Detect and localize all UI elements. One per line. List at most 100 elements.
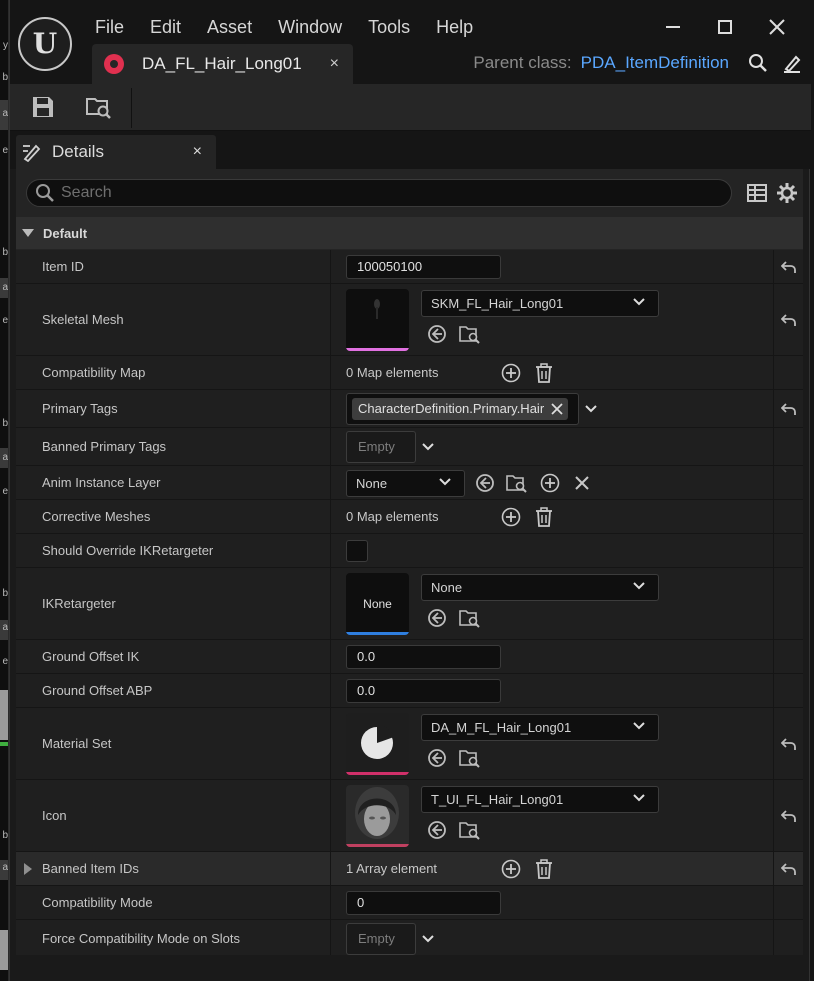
use-selected-button[interactable] — [474, 472, 496, 494]
new-asset-button[interactable] — [539, 472, 561, 494]
save-button[interactable] — [26, 92, 60, 122]
minimize-button[interactable] — [647, 10, 699, 44]
browse-asset-button[interactable] — [506, 472, 528, 494]
menu-help[interactable]: Help — [423, 14, 486, 40]
browse-parent-button[interactable] — [743, 48, 773, 78]
close-window-button[interactable] — [751, 10, 803, 44]
unreal-logo-icon[interactable]: U — [18, 17, 72, 71]
property-row-icon: Icon T_UI_FL_Hair_Long01 — [16, 780, 803, 852]
icon-combo[interactable]: T_UI_FL_Hair_Long01 — [421, 786, 659, 813]
browse-asset-button[interactable] — [459, 607, 481, 629]
plus-circle-icon — [501, 859, 521, 879]
browse-asset-button[interactable] — [459, 819, 481, 841]
reset-to-default-button[interactable] — [773, 250, 803, 283]
property-row-should-override-ikretargeter: Should Override IKRetargeter — [16, 534, 803, 568]
ground-offset-ik-input[interactable]: 0.0 — [346, 645, 501, 669]
thumbnail-type-bar — [346, 348, 409, 351]
force-compatibility-combo[interactable]: Empty — [346, 923, 416, 955]
menu-edit[interactable]: Edit — [137, 14, 194, 40]
reset-arrow-icon — [780, 260, 796, 273]
add-element-button[interactable] — [500, 506, 522, 528]
use-selected-button[interactable] — [426, 747, 448, 769]
reset-to-default-button[interactable] — [773, 780, 803, 851]
anim-layer-combo[interactable]: None — [346, 470, 465, 497]
window-controls — [647, 10, 803, 44]
reset-to-default-button[interactable] — [773, 852, 803, 885]
settings-button[interactable] — [775, 181, 799, 205]
property-row-material-set: Material Set DA_M_FL_Hair_Long01 — [16, 708, 803, 780]
property-label: IKRetargeter — [42, 596, 116, 611]
menu-tools[interactable]: Tools — [355, 14, 423, 40]
chevron-down-icon[interactable] — [421, 440, 435, 454]
primary-tags-container: CharacterDefinition.Primary.Hair — [346, 393, 579, 425]
strip-glyph: b — [2, 247, 8, 258]
reset-to-default-button[interactable] — [773, 284, 803, 355]
use-selected-button[interactable] — [426, 323, 448, 345]
search-icon — [749, 54, 767, 72]
property-row-banned-primary-tags: Banned Primary Tags Empty — [16, 428, 803, 466]
ikretargeter-combo[interactable]: None — [421, 574, 659, 601]
close-icon — [575, 476, 589, 490]
icon-texture-thumbnail[interactable] — [346, 785, 409, 847]
category-default[interactable]: Default — [16, 217, 803, 249]
property-row-ikretargeter: IKRetargeter None None — [16, 568, 803, 640]
edit-parent-button[interactable] — [777, 48, 807, 78]
use-selected-button[interactable] — [426, 819, 448, 841]
skeletal-mesh-combo[interactable]: SKM_FL_Hair_Long01 — [421, 290, 659, 317]
menu-asset[interactable]: Asset — [194, 14, 265, 40]
banned-primary-tags-combo[interactable]: Empty — [346, 431, 416, 463]
chevron-down-icon[interactable] — [584, 402, 598, 416]
asset-tab-label: DA_FL_Hair_Long01 — [142, 54, 302, 73]
remove-tag-icon[interactable] — [550, 402, 564, 416]
menu-file[interactable]: File — [82, 14, 137, 40]
title-bar: U File Edit Asset Window Tools Help DA_F… — [10, 0, 811, 84]
use-selected-button[interactable] — [426, 607, 448, 629]
item-id-input[interactable]: 100050100 — [346, 255, 501, 279]
property-matrix-button[interactable] — [745, 181, 769, 205]
folder-search-icon — [86, 98, 111, 119]
clear-elements-button[interactable] — [533, 858, 555, 880]
clear-elements-button[interactable] — [533, 362, 555, 384]
details-tab-close-button[interactable]: × — [193, 143, 202, 161]
property-row-compatibility-mode: Compatibility Mode 0 — [16, 886, 803, 920]
menu-window[interactable]: Window — [265, 14, 355, 40]
property-row-ground-offset-abp: Ground Offset ABP 0.0 — [16, 674, 803, 708]
ground-offset-abp-input[interactable]: 0.0 — [346, 679, 501, 703]
reset-to-default-button[interactable] — [773, 708, 803, 779]
reset-arrow-icon — [780, 809, 796, 822]
strip-glyph: e — [2, 656, 8, 667]
clear-elements-button[interactable] — [533, 506, 555, 528]
material-set-combo[interactable]: DA_M_FL_Hair_Long01 — [421, 714, 659, 741]
browse-button[interactable] — [82, 92, 116, 122]
override-ikretargeter-checkbox[interactable] — [346, 540, 368, 562]
chevron-down-icon[interactable] — [421, 932, 435, 946]
clear-button[interactable] — [571, 472, 593, 494]
maximize-button[interactable] — [699, 10, 751, 44]
add-element-button[interactable] — [500, 858, 522, 880]
ikretargeter-thumbnail[interactable]: None — [346, 573, 409, 635]
search-box[interactable] — [26, 179, 732, 207]
menu-bar: File Edit Asset Window Tools Help — [82, 14, 486, 40]
browse-asset-button[interactable] — [459, 323, 481, 345]
reset-to-default-button[interactable] — [773, 390, 803, 427]
skeletal-mesh-thumbnail[interactable] — [346, 289, 409, 351]
strip-thumb — [0, 930, 8, 970]
parent-class-link[interactable]: PDA_ItemDefinition — [581, 53, 729, 73]
asset-tab[interactable]: DA_FL_Hair_Long01 × — [92, 44, 353, 84]
map-element-count: 0 Map elements — [346, 509, 439, 524]
property-row-primary-tags: Primary Tags CharacterDefinition.Primary… — [16, 390, 803, 428]
gameplay-tag-chip[interactable]: CharacterDefinition.Primary.Hair — [352, 398, 569, 420]
add-element-button[interactable] — [500, 362, 522, 384]
search-input[interactable] — [61, 184, 701, 202]
data-asset-pie-icon — [361, 725, 394, 759]
compatibility-mode-input[interactable]: 0 — [346, 891, 501, 915]
material-set-thumbnail[interactable] — [346, 713, 409, 775]
reset-slot — [773, 428, 803, 465]
property-row-banned-item-ids[interactable]: Banned Item IDs 1 Array element — [16, 852, 803, 886]
asset-tab-close-button[interactable]: × — [330, 55, 339, 73]
expand-arrow-icon[interactable] — [24, 863, 32, 875]
browse-asset-button[interactable] — [459, 747, 481, 769]
tab-details[interactable]: Details × — [16, 135, 216, 169]
reset-slot — [773, 500, 803, 533]
plus-circle-icon — [501, 507, 521, 527]
